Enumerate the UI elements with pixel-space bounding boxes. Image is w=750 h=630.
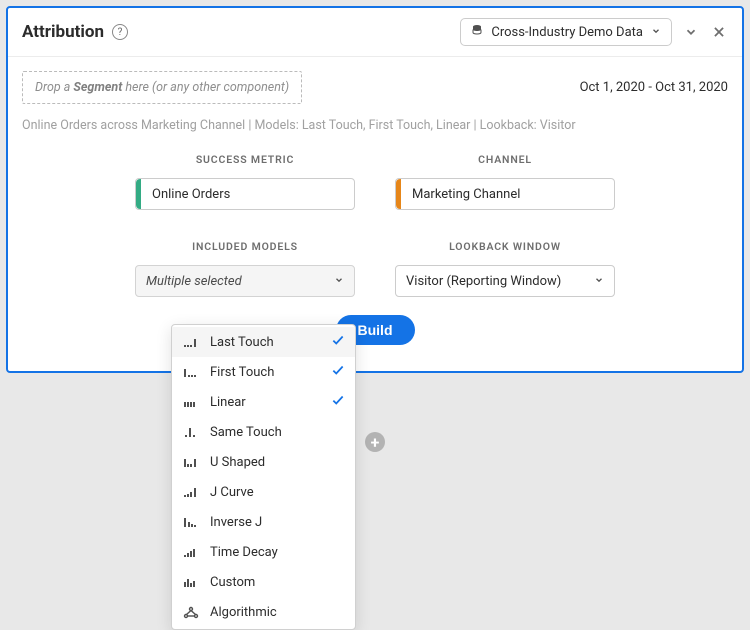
model-option[interactable]: Custom [172, 567, 355, 597]
model-option[interactable]: Last Touch [172, 327, 355, 357]
check-icon [331, 333, 345, 351]
add-panel-button[interactable]: + [365, 432, 385, 452]
channel-color-bar [396, 179, 401, 209]
help-icon[interactable]: ? [112, 24, 128, 40]
model-label: Same Touch [210, 425, 282, 440]
model-option[interactable]: U Shaped [172, 447, 355, 477]
success-metric-value: Online Orders [152, 187, 230, 202]
model-option[interactable]: Inverse J [172, 507, 355, 537]
collapse-icon[interactable] [682, 23, 700, 41]
metric-color-bar [136, 179, 141, 209]
segment-dropzone[interactable]: Drop a Segment here (or any other compon… [22, 71, 302, 104]
check-icon [331, 363, 345, 381]
model-option[interactable]: First Touch [172, 357, 355, 387]
chevron-down-icon [594, 274, 604, 289]
model-label: Algorithmic [210, 605, 277, 620]
data-source-label: Cross-Industry Demo Data [491, 25, 643, 40]
check-icon [331, 393, 345, 411]
model-icon [182, 516, 200, 528]
dropzone-prefix: Drop a [35, 80, 73, 95]
model-label: First Touch [210, 365, 274, 380]
model-option[interactable]: Time Decay [172, 537, 355, 567]
database-icon [471, 24, 483, 40]
label-lookback-window: LOOKBACK WINDOW [395, 240, 615, 259]
panel-subtitle: Online Orders across Marketing Channel |… [8, 112, 742, 145]
attribution-panel: Attribution ? Cross-Industry Demo Data D… [6, 6, 744, 373]
model-label: Linear [210, 395, 246, 410]
model-icon [182, 605, 200, 619]
included-models-select[interactable]: Multiple selected [135, 265, 355, 297]
model-label: Inverse J [210, 515, 262, 530]
included-models-value: Multiple selected [146, 274, 242, 289]
channel-value: Marketing Channel [412, 187, 520, 202]
label-success-metric: SUCCESS METRIC [135, 153, 355, 172]
label-included-models: INCLUDED MODELS [135, 240, 355, 259]
build-row: Build [8, 297, 742, 371]
model-icon [182, 456, 200, 468]
dropzone-suffix: here (or any other component) [122, 80, 289, 95]
lookback-window-select[interactable]: Visitor (Reporting Window) [395, 265, 615, 297]
model-icon [182, 426, 200, 438]
model-icon [182, 336, 200, 348]
panel-header: Attribution ? Cross-Industry Demo Data [8, 8, 742, 57]
model-label: Last Touch [210, 335, 274, 350]
data-source-selector[interactable]: Cross-Industry Demo Data [460, 18, 672, 46]
model-icon [182, 396, 200, 408]
channel-field[interactable]: Marketing Channel [395, 178, 615, 210]
model-label: U Shaped [210, 455, 265, 470]
model-label: Custom [210, 575, 255, 590]
panel-title: Attribution [22, 22, 104, 42]
model-icon [182, 366, 200, 378]
config-grid: SUCCESS METRIC CHANNEL Online Orders Mar… [135, 153, 615, 297]
included-models-dropdown: Last Touch First Touch Linear Same Touch U S… [171, 324, 356, 630]
model-label: J Curve [210, 485, 254, 500]
success-metric-field[interactable]: Online Orders [135, 178, 355, 210]
header-controls: Cross-Industry Demo Data [460, 18, 728, 46]
chevron-down-icon [334, 274, 344, 289]
sub-header: Drop a Segment here (or any other compon… [8, 57, 742, 112]
model-icon [182, 546, 200, 558]
lookback-window-value: Visitor (Reporting Window) [406, 274, 561, 289]
dropzone-bold: Segment [73, 80, 122, 95]
close-icon[interactable] [710, 23, 728, 41]
date-range[interactable]: Oct 1, 2020 - Oct 31, 2020 [580, 80, 728, 95]
model-option[interactable]: Linear [172, 387, 355, 417]
chevron-down-icon [651, 25, 661, 40]
model-option[interactable]: Same Touch [172, 417, 355, 447]
model-icon [182, 576, 200, 588]
model-icon [182, 486, 200, 498]
model-label: Time Decay [210, 545, 278, 560]
label-channel: CHANNEL [395, 153, 615, 172]
model-option[interactable]: J Curve [172, 477, 355, 507]
